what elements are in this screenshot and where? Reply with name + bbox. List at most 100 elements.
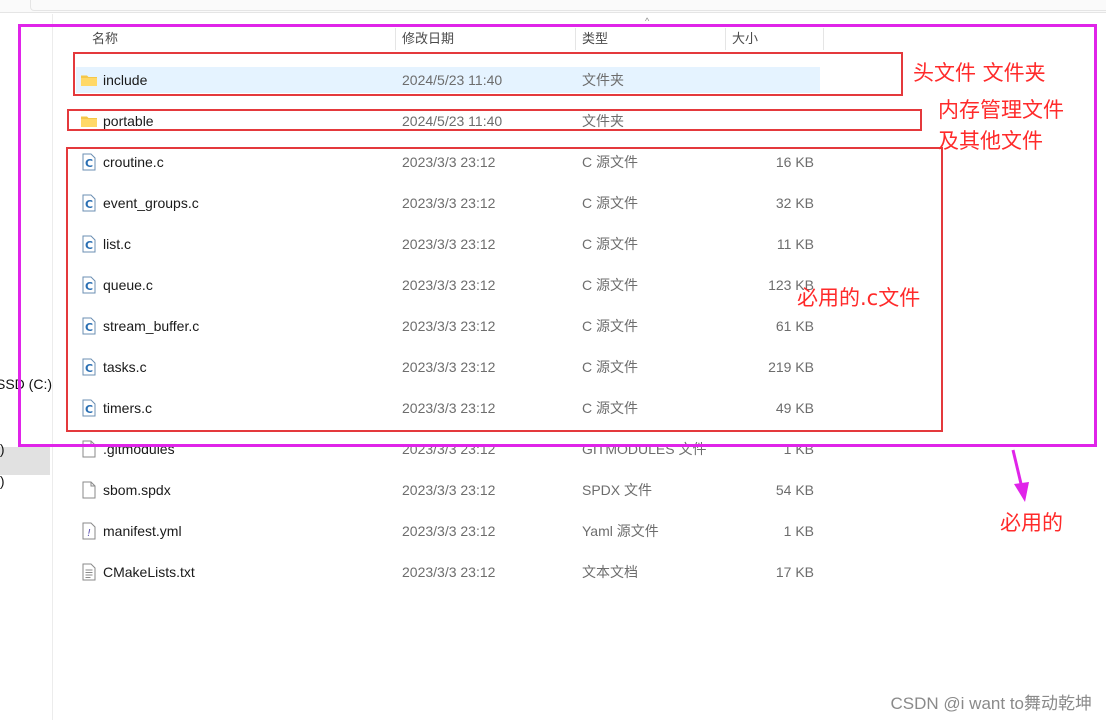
annotation-memory-line1: 内存管理文件 (938, 98, 1064, 122)
annotation-required: 必用的 (1000, 511, 1063, 535)
file-name: event_groups.c (103, 195, 199, 211)
file-type: Yaml 源文件 (582, 523, 659, 539)
file-modified-date: 2023/3/3 23:12 (402, 195, 496, 211)
down-arrow-icon (1011, 449, 1029, 502)
file-row[interactable]: .gitmodules 2023/3/3 23:12 GITMODULES 文件 1 … (76, 436, 820, 462)
file-modified-date: 2023/3/3 23:12 (402, 318, 496, 334)
file-row[interactable]: Cstream_buffer.c 2023/3/3 23:12 C 源文件 61 KB (76, 313, 820, 339)
svg-text:!: ! (87, 528, 91, 539)
file-size: 11 KB (776, 236, 814, 252)
blank-file-icon (80, 481, 98, 499)
file-size: 54 KB (775, 482, 814, 498)
file-type: GITMODULES 文件 (582, 441, 707, 457)
c-source-file-icon: C (80, 235, 98, 253)
annotation-required-c: 必用的.c文件 (797, 286, 921, 310)
column-header-size[interactable]: 大小 (718, 28, 824, 50)
file-size: 1 KB (783, 523, 814, 539)
svg-text:C: C (85, 403, 93, 416)
address-bar-strip (0, 0, 1106, 13)
svg-text:C: C (85, 321, 93, 334)
c-source-file-icon: C (80, 358, 98, 376)
file-type: C 源文件 (582, 400, 638, 416)
file-modified-date: 2023/3/3 23:12 (402, 523, 496, 539)
text-file-icon (80, 563, 98, 581)
file-size: 16 KB (775, 154, 814, 170)
column-header-name[interactable]: 名称 (78, 28, 396, 50)
file-name: list.c (103, 236, 131, 252)
blank-file-icon (80, 440, 98, 458)
file-size: 49 KB (775, 400, 814, 416)
file-modified-date: 2023/3/3 23:12 (402, 236, 496, 252)
file-row[interactable]: Cevent_groups.c 2023/3/3 23:12 C 源文件 32 KB (76, 190, 820, 216)
file-modified-date: 2024/5/23 11:40 (402, 113, 503, 129)
file-size: 61 KB (775, 318, 814, 334)
file-size: 32 KB (775, 195, 814, 211)
file-type: C 源文件 (582, 236, 638, 252)
file-row[interactable]: Ccroutine.c 2023/3/3 23:12 C 源文件 16 KB (76, 149, 820, 175)
file-modified-date: 2024/5/23 11:40 (402, 72, 503, 88)
svg-text:C: C (85, 239, 93, 252)
file-modified-date: 2023/3/3 23:12 (402, 441, 496, 457)
annotation-memory-line2: 及其他文件 (938, 129, 1043, 153)
file-modified-date: 2023/3/3 23:12 (402, 277, 496, 293)
column-header-modified[interactable]: 修改日期 (388, 28, 576, 50)
file-row[interactable]: sbom.spdx 2023/3/3 23:12 SPDX 文件 54 KB (76, 477, 820, 503)
file-name: sbom.spdx (103, 482, 171, 498)
folder-icon (80, 71, 98, 89)
file-row[interactable]: CMakeLists.txt 2023/3/3 23:12 文本文档 17 KB (76, 559, 820, 585)
navigation-pane[interactable]: SSD (C:) :) :) (0, 14, 53, 720)
file-modified-date: 2023/3/3 23:12 (402, 400, 496, 416)
c-source-file-icon: C (80, 194, 98, 212)
file-modified-date: 2023/3/3 23:12 (402, 359, 496, 375)
file-row[interactable]: Cqueue.c 2023/3/3 23:12 C 源文件 123 KB (76, 272, 820, 298)
file-name: include (103, 72, 148, 88)
file-type: 文本文档 (582, 564, 638, 580)
watermark: CSDN @i want to舞动乾坤 (890, 694, 1092, 713)
nav-item-drive-3[interactable]: :) (0, 473, 5, 489)
svg-text:C: C (85, 362, 93, 375)
svg-text:C: C (85, 157, 93, 170)
file-type: C 源文件 (582, 318, 638, 334)
file-name: queue.c (103, 277, 153, 293)
file-row[interactable]: portable 2024/5/23 11:40 文件夹 (76, 108, 820, 134)
nav-selected-highlight (0, 447, 50, 475)
file-type: C 源文件 (582, 195, 638, 211)
svg-text:C: C (85, 198, 93, 211)
file-size: 219 KB (768, 359, 814, 375)
nav-item-ssd-c[interactable]: SSD (C:) (0, 376, 52, 392)
column-header-type[interactable]: 类型 (568, 28, 726, 50)
c-source-file-icon: C (80, 153, 98, 171)
file-row[interactable]: Clist.c 2023/3/3 23:12 C 源文件 11 KB (76, 231, 820, 257)
file-modified-date: 2023/3/3 23:12 (402, 564, 496, 580)
file-name: croutine.c (103, 154, 164, 170)
sort-caret-icon: ^ (645, 16, 650, 26)
file-type: C 源文件 (582, 359, 638, 375)
file-row[interactable]: ! manifest.yml 2023/3/3 23:12 Yaml 源文件 1 KB (76, 518, 820, 544)
file-modified-date: 2023/3/3 23:12 (402, 482, 496, 498)
file-name: .gitmodules (103, 441, 175, 457)
file-type: SPDX 文件 (582, 482, 653, 498)
nav-item-drive-2[interactable]: :) (0, 441, 5, 457)
folder-icon (80, 112, 98, 130)
c-source-file-icon: C (80, 399, 98, 417)
file-modified-date: 2023/3/3 23:12 (402, 154, 496, 170)
file-type: 文件夹 (582, 113, 624, 129)
yaml-file-icon: ! (80, 522, 98, 540)
file-type: C 源文件 (582, 277, 638, 293)
file-name: tasks.c (103, 359, 147, 375)
file-size: 1 KB (783, 441, 814, 457)
file-name: stream_buffer.c (103, 318, 200, 334)
svg-text:C: C (85, 280, 93, 293)
file-name: manifest.yml (103, 523, 182, 539)
file-row[interactable]: Ctasks.c 2023/3/3 23:12 C 源文件 219 KB (76, 354, 820, 380)
file-row[interactable]: Ctimers.c 2023/3/3 23:12 C 源文件 49 KB (76, 395, 820, 421)
file-name: CMakeLists.txt (103, 564, 195, 580)
file-type: 文件夹 (582, 72, 624, 88)
file-name: portable (103, 113, 154, 129)
c-source-file-icon: C (80, 276, 98, 294)
file-type: C 源文件 (582, 154, 638, 170)
file-row[interactable]: include 2024/5/23 11:40 文件夹 (76, 67, 820, 93)
file-size: 17 KB (775, 564, 814, 580)
c-source-file-icon: C (80, 317, 98, 335)
file-name: timers.c (103, 400, 152, 416)
